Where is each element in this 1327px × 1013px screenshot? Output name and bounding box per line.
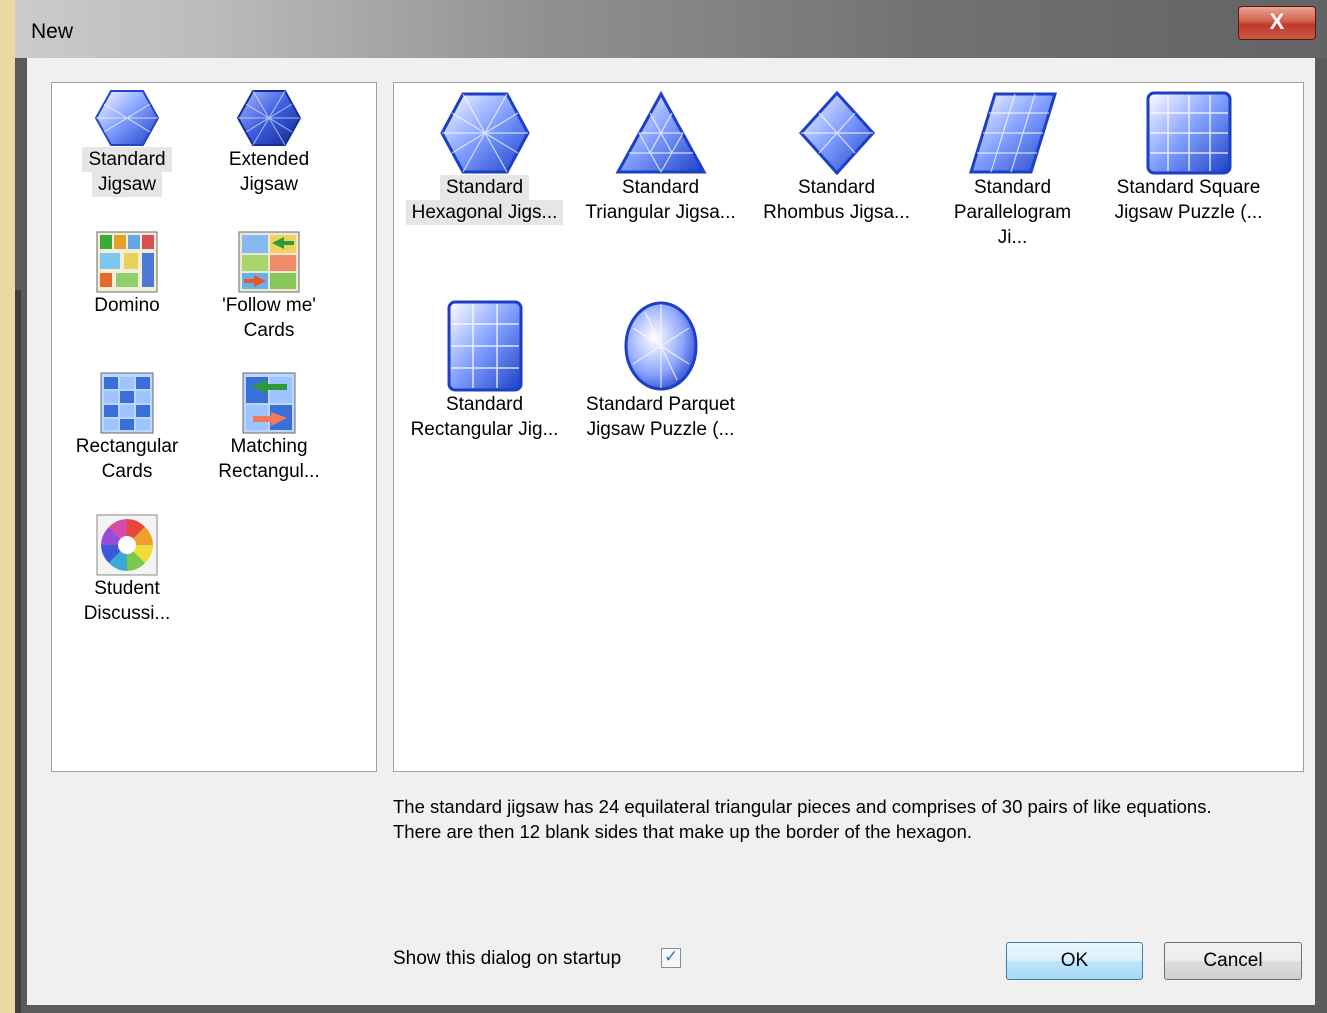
window-title: New — [31, 20, 74, 43]
template-label: Parallelogram Ji... — [953, 202, 1072, 248]
square-grid-icon — [1146, 91, 1231, 175]
ok-button[interactable]: OK — [1006, 942, 1143, 980]
category-label: Jigsaw — [91, 172, 163, 197]
template-label: Standard — [797, 177, 876, 198]
template-label: Standard — [445, 394, 524, 415]
category-label: Jigsaw — [239, 174, 299, 195]
template-label: Rhombus Jigsa... — [763, 202, 910, 223]
rectangle-grid-icon — [447, 300, 522, 392]
template-square-jigsaw[interactable]: Standard Square Jigsaw Puzzle (... — [1107, 91, 1270, 225]
extended-jigsaw-icon — [236, 90, 302, 146]
category-label: Cards — [101, 461, 153, 482]
cancel-button[interactable]: Cancel — [1164, 942, 1302, 980]
template-hexagonal-jigsaw[interactable]: Standard Hexagonal Jigs... — [403, 91, 566, 225]
rectangular-cards-icon — [100, 372, 154, 434]
category-extended-jigsaw[interactable]: Extended Jigsaw — [189, 89, 349, 197]
checkmark-icon: ✓ — [664, 947, 679, 967]
category-label: Cards — [243, 320, 295, 341]
template-rectangular-jigsaw[interactable]: Standard Rectangular Jig... — [403, 300, 566, 442]
category-matching-rectangular[interactable]: Matching Rectangul... — [189, 372, 349, 484]
show-on-startup-checkbox[interactable]: ✓ — [661, 947, 681, 968]
template-label: Standard — [973, 177, 1052, 198]
template-label: Standard — [439, 175, 530, 200]
category-label: Standard — [82, 147, 172, 172]
description-line: The standard jigsaw has 24 equilateral t… — [393, 796, 1212, 817]
category-label: Extended — [228, 149, 310, 170]
show-on-startup-label: Show this dialog on startup — [393, 948, 622, 969]
category-label: Domino — [94, 295, 160, 316]
title-bar[interactable]: New X — [15, 0, 1327, 58]
category-label: Student — [94, 578, 160, 599]
category-follow-me-cards[interactable]: 'Follow me' Cards — [189, 231, 349, 343]
template-label: Standard — [621, 177, 700, 198]
template-label: Jigsaw Puzzle (... — [1114, 202, 1263, 223]
template-description: The standard jigsaw has 24 equilateral t… — [393, 794, 1293, 844]
matching-rectangular-icon — [242, 372, 296, 434]
dialog-client-area: Standard Jigsaw Extended Jigsaw Domino '… — [27, 58, 1315, 1005]
student-discussion-icon — [96, 514, 158, 576]
template-triangular-jigsaw[interactable]: Standard Triangular Jigsa... — [579, 91, 742, 225]
template-label: Rectangular Jig... — [410, 419, 559, 440]
category-domino[interactable]: Domino — [47, 231, 207, 318]
parallelogram-icon — [968, 92, 1057, 174]
category-list[interactable]: Standard Jigsaw Extended Jigsaw Domino '… — [51, 82, 377, 772]
dialog-window: New X Standard Jigsaw Extended Jigsaw Do… — [15, 0, 1327, 1013]
category-label: Discussi... — [83, 603, 171, 624]
category-standard-jigsaw[interactable]: Standard Jigsaw — [47, 89, 207, 197]
template-parallelogram-jigsaw[interactable]: Standard Parallelogram Ji... — [931, 91, 1094, 250]
hexagon-icon — [439, 92, 530, 174]
template-rhombus-jigsaw[interactable]: Standard Rhombus Jigsa... — [755, 91, 918, 225]
hexagon-jigsaw-icon — [94, 90, 160, 146]
template-parquet-jigsaw[interactable]: Standard Parquet Jigsaw Puzzle (... — [579, 300, 742, 442]
template-list[interactable]: Standard Hexagonal Jigs... Standard Tria… — [393, 82, 1304, 772]
category-rectangular-cards[interactable]: Rectangular Cards — [47, 372, 207, 484]
template-label: Hexagonal Jigs... — [405, 200, 564, 225]
category-label: Rectangular — [75, 436, 179, 457]
domino-icon — [96, 231, 158, 293]
description-line: There are then 12 blank sides that make … — [393, 821, 973, 842]
rhombus-icon — [798, 91, 875, 175]
category-student-discussion[interactable]: Student Discussi... — [47, 514, 207, 626]
category-label: 'Follow me' — [222, 295, 316, 316]
follow-me-cards-icon — [238, 231, 300, 293]
window-frame-strip — [15, 290, 21, 1013]
template-label: Standard Square — [1116, 177, 1261, 198]
parquet-icon — [624, 301, 697, 391]
triangle-icon — [614, 91, 707, 174]
template-label: Standard Parquet — [586, 394, 735, 415]
template-label: Jigsaw Puzzle (... — [586, 419, 735, 440]
category-label: Rectangul... — [218, 461, 320, 482]
template-label: Triangular Jigsa... — [585, 202, 736, 223]
close-button[interactable]: X — [1238, 6, 1316, 40]
category-label: Matching — [230, 436, 308, 457]
